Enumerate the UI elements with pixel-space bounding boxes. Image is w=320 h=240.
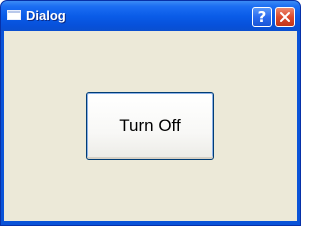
help-icon: ? (257, 8, 267, 26)
window-icon (7, 10, 21, 20)
dialog-window: Dialog ? Turn Off (0, 0, 301, 226)
close-button[interactable] (275, 7, 295, 27)
close-icon (280, 12, 290, 22)
turn-off-button-label: Turn Off (119, 116, 181, 135)
dialog-client-area: Turn Off (4, 31, 297, 221)
window-title: Dialog (26, 8, 66, 23)
help-button[interactable]: ? (252, 7, 272, 27)
turn-off-button[interactable]: Turn Off (86, 92, 214, 160)
title-bar[interactable]: Dialog ? (1, 1, 300, 31)
